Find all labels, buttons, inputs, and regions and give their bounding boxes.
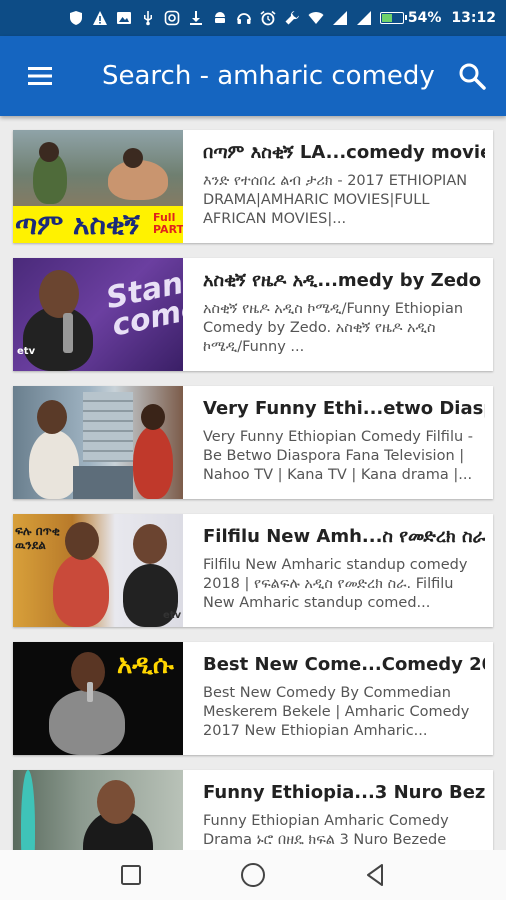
status-icons [68,10,372,26]
video-thumbnail[interactable] [13,770,183,850]
battery-indicator: 54% [379,10,442,26]
usb-icon [140,10,156,26]
thumbnail-badge: Full PART [153,211,183,236]
thumbnail-caption: Stan come [103,265,183,344]
image-icon [116,10,132,26]
video-description: እንድ የተሰበረ ልብ ታሪክ - 2017 ETHIOPIAN DRAMA|… [203,173,468,227]
video-title[interactable]: በጣም እስቂኝ LA...comedy movie [203,142,485,163]
wifi-icon [308,10,324,26]
recents-button[interactable] [111,855,151,895]
video-title[interactable]: Very Funny Ethi...etwo Diaspora [203,398,485,419]
thumbnail-caption: ፍሉ በጥቂ ዉንደል [15,524,60,552]
channel-logo: etv [17,346,36,357]
home-button[interactable] [233,855,273,895]
video-card[interactable]: ጣም አስቂኝ Full PART በጣም እስቂኝ LA...comedy m… [13,130,493,243]
video-description: Filfilu New Amharic standup comedy 2018 … [203,557,468,611]
video-card[interactable]: Stan come etv አስቂኝ የዜዶ አዲ...medy by Zedo… [13,258,493,371]
headphones-icon [236,10,252,26]
wrench-icon [284,10,300,26]
video-card[interactable]: አዲሱ Best New Come...Comedy 2017 Best New… [13,642,493,755]
channel-logo: etv [163,610,182,621]
back-button[interactable] [355,855,395,895]
video-title[interactable]: Filfilu New Amh...ስ የመድረክ ስራ [203,526,485,547]
status-bar: 54% 13:12 [0,0,506,36]
video-description: Best New Comedy By Commedian Meskerem Be… [203,685,470,739]
hamburger-menu-icon [28,67,52,85]
battery-icon [379,12,407,24]
video-thumbnail[interactable]: ጣም አስቂኝ Full PART [13,130,183,243]
download-icon [188,10,204,26]
app-bar: Search - amharic comedy [0,36,506,116]
signal-icon [356,10,372,26]
video-thumbnail[interactable]: Stan come etv [13,258,183,371]
video-title[interactable]: Funny Ethiopia...3 Nuro Bezede [203,782,485,803]
system-nav-bar [0,850,506,900]
search-icon [459,63,486,90]
android-icon [212,10,228,26]
thumbnail-caption: አዲሱ [117,650,174,680]
page-title: Search - amharic comedy [102,61,435,91]
video-thumbnail[interactable]: አዲሱ [13,642,183,755]
alarm-icon [260,10,276,26]
video-description: አስቂኝ የዜዶ አዲስ ኮሜዲ/Funny Ethiopian Comedy … [203,301,464,355]
instagram-icon [164,10,180,26]
clock: 13:12 [451,10,496,26]
video-thumbnail[interactable] [13,386,183,499]
square-recents-icon [121,865,141,885]
warning-icon [92,10,108,26]
video-title[interactable]: አስቂኝ የዜዶ አዲ...medy by Zedo [203,270,485,291]
video-card[interactable]: Very Funny Ethi...etwo Diaspora Very Fun… [13,386,493,499]
video-description: Very Funny Ethiopian Comedy Filfilu - Be… [203,429,473,483]
triangle-back-icon [367,864,383,886]
search-results-list[interactable]: ጣም አስቂኝ Full PART በጣም እስቂኝ LA...comedy m… [0,116,506,850]
video-card[interactable]: Funny Ethiopia...3 Nuro Bezede Funny Eth… [13,770,493,850]
thumbnail-caption: ጣም አስቂኝ [15,208,140,241]
signal-icon [332,10,348,26]
shield-icon [68,10,84,26]
battery-percent: 54% [407,10,442,26]
search-button[interactable] [452,56,492,96]
video-description: Funny Ethiopian Amharic Comedy Drama ኑሮ … [203,813,449,848]
video-title[interactable]: Best New Come...Comedy 2017 [203,654,485,675]
circle-home-icon [241,863,265,887]
video-thumbnail[interactable]: ፍሉ በጥቂ ዉንደል etv [13,514,183,627]
menu-button[interactable] [20,56,60,96]
video-card[interactable]: ፍሉ በጥቂ ዉንደል etv Filfilu New Amh...ስ የመድረ… [13,514,493,627]
